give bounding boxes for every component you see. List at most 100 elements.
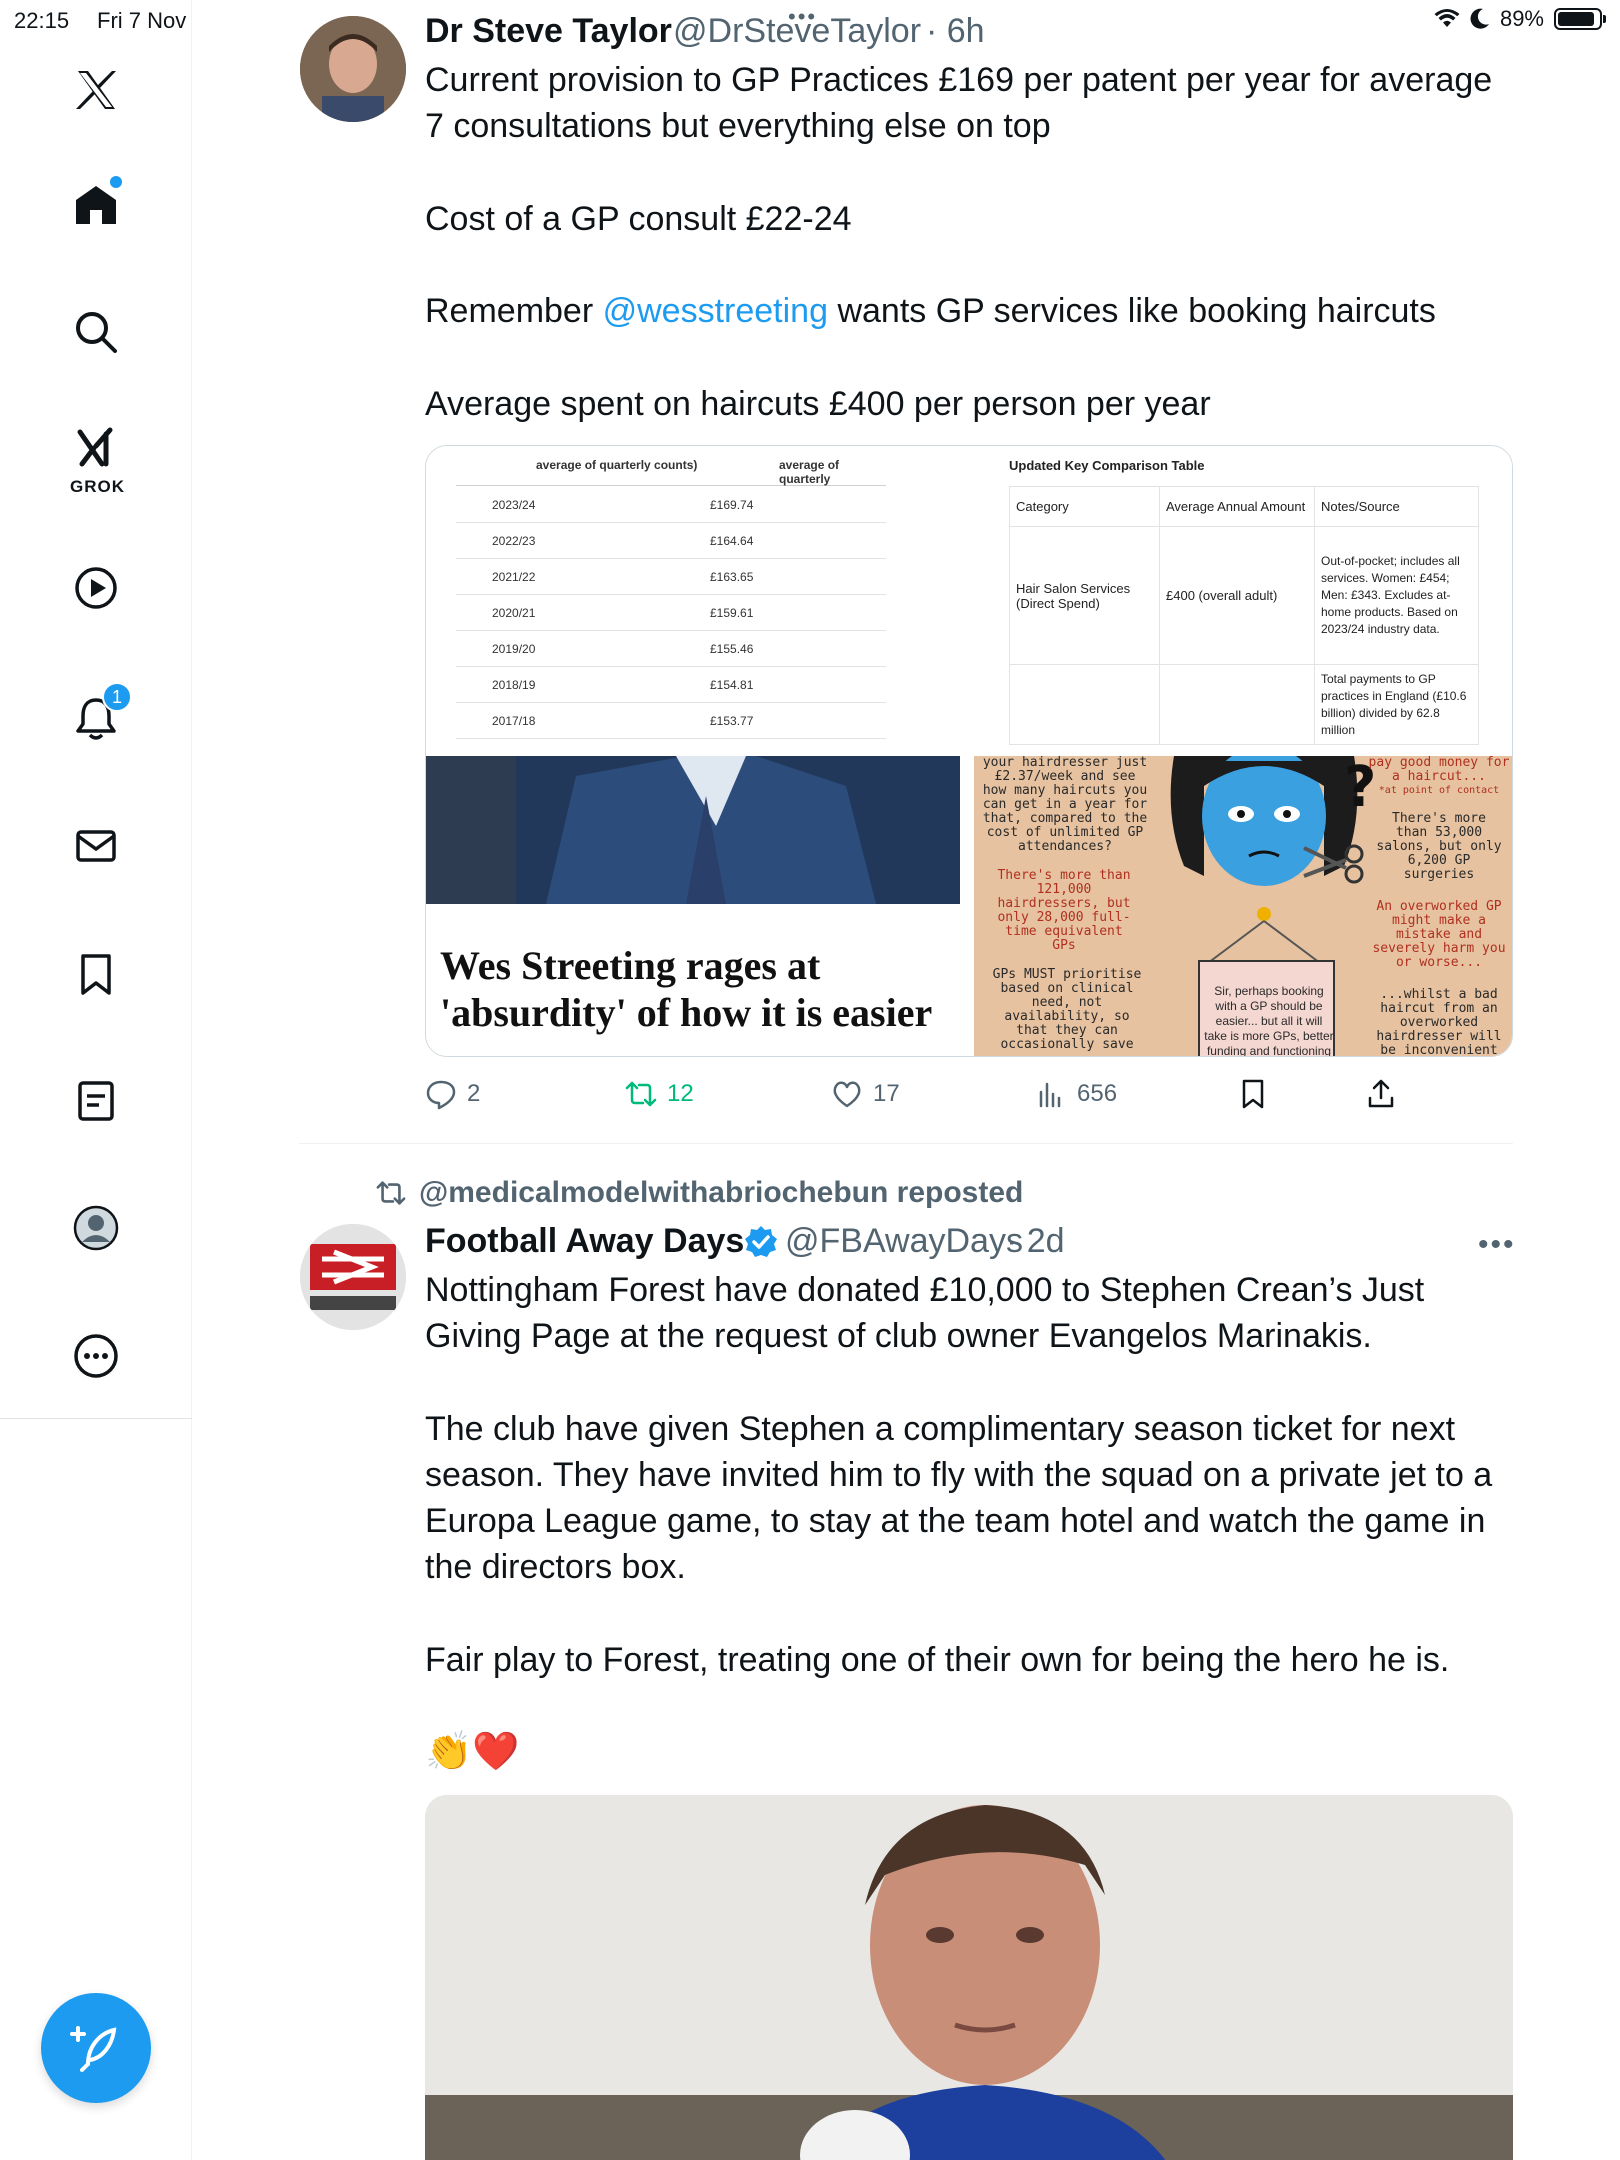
table-row: 2017/18 £153.77: [456, 703, 886, 739]
gp-year: 2020/21: [492, 606, 536, 620]
notifications-icon[interactable]: 1: [66, 682, 132, 748]
reply-button[interactable]: 2: [425, 1078, 480, 1110]
status-icons: 89%: [1434, 6, 1606, 32]
table-row: 2021/22 £163.65: [456, 559, 886, 595]
table-row: 2022/23 £164.64: [456, 523, 886, 559]
wifi-icon: [1434, 9, 1460, 27]
gp-header-col1: average of quarterly counts): [536, 458, 698, 472]
media-article-image[interactable]: Wes Streeting rages at 'absurdity' of ho…: [426, 756, 970, 1056]
article-headline: Wes Streeting rages at 'absurdity' of ho…: [440, 943, 933, 1035]
article-photo: [426, 756, 960, 904]
compose-post-button[interactable]: [41, 1993, 151, 2103]
bookmark-icon: [1242, 1079, 1264, 1109]
col-amount: Average Annual Amount: [1159, 486, 1315, 527]
col-notes: Notes/Source: [1314, 486, 1479, 527]
row1-category: Hair Salon Services (Direct Spend): [1009, 526, 1160, 665]
reply-icon: [426, 1080, 456, 1110]
cartoon-right-top: pay good money for a haircut...: [1368, 756, 1510, 784]
media-cartoon-infographic[interactable]: your hairdresser just £2.37/week and see…: [974, 756, 1512, 1057]
media-comparison-table[interactable]: Updated Key Comparison Table Category Av…: [974, 446, 1512, 756]
table-row: 2018/19 £154.81: [456, 667, 886, 703]
moon-icon: [1470, 8, 1489, 29]
home-icon[interactable]: [66, 174, 126, 234]
search-icon[interactable]: [66, 302, 126, 362]
profile-avatar-icon[interactable]: [66, 1198, 126, 1258]
cartoon-right-mid: There's more than 53,000 salons, but onl…: [1376, 811, 1502, 882]
like-count: 17: [873, 1080, 900, 1107]
gp-value: £169.74: [710, 498, 754, 512]
cartoon-left-mid: There's more than 121,000 hairdressers, …: [997, 868, 1131, 953]
gp-value: £164.64: [710, 534, 754, 548]
sidebar-divider: [0, 1418, 192, 1419]
tweet-paragraph-3: Fair play to Forest, treating one of the…: [425, 1641, 1450, 1679]
grok-icon[interactable]: [66, 418, 126, 478]
gp-value: £154.81: [710, 678, 754, 692]
gp-value: £153.77: [710, 714, 754, 728]
video-icon[interactable]: [66, 558, 126, 618]
repost-button[interactable]: 12: [625, 1078, 694, 1110]
tweet-text-line4: Average spent on haircuts £400 per perso…: [425, 385, 1211, 423]
comparison-table: Category Average Annual Amount Notes/Sou…: [1009, 486, 1479, 745]
author-name[interactable]: Football Away Days: [425, 1222, 744, 1261]
gp-year: 2022/23: [492, 534, 536, 548]
author-handle[interactable]: @DrSteveTaylor: [673, 12, 921, 51]
repost-context[interactable]: @medicalmodelwithabriochebun reposted: [375, 1176, 1023, 1210]
verified-badge-icon: [745, 1226, 777, 1257]
lists-icon[interactable]: [66, 1071, 126, 1131]
tweet-paragraph-2: The club have given Stephen a compliment…: [425, 1410, 1493, 1586]
tweet-text-line2: Cost of a GP consult £22-24: [425, 200, 852, 238]
reposted-by-label: @medicalmodelwithabriochebun reposted: [419, 1176, 1024, 1209]
row2-notes: Total payments to GP practices in Englan…: [1314, 664, 1479, 745]
bookmark-button[interactable]: [1237, 1078, 1269, 1110]
notifications-badge: 1: [102, 682, 132, 712]
views-button[interactable]: 656: [1035, 1078, 1117, 1110]
heart-icon: [833, 1081, 861, 1108]
sidebar: GROK 1: [0, 0, 192, 2160]
cartoon-sign-text: Sir, perhaps booking with a GP should be…: [1204, 984, 1334, 1057]
gp-header-col2: average of quarterly: [779, 458, 840, 486]
battery-percent: 89%: [1499, 6, 1544, 31]
mention-link[interactable]: @wesstreeting: [603, 292, 828, 330]
author-avatar[interactable]: [300, 16, 406, 122]
gp-value: £155.46: [710, 642, 754, 656]
media-gp-payments-table[interactable]: average of quarterly counts) average of …: [426, 446, 970, 756]
col-category: Category: [1009, 486, 1160, 527]
cartoon-right-low: An overworked GP might make a mistake an…: [1372, 899, 1506, 970]
row2-category: [1009, 664, 1160, 745]
comparison-title: Updated Key Comparison Table: [1009, 458, 1205, 473]
tweet-emoji: 👏❤️: [425, 1731, 520, 1773]
more-options-icon[interactable]: [66, 1326, 126, 1386]
share-button[interactable]: [1365, 1078, 1397, 1110]
battery-icon: [1554, 8, 1606, 30]
gp-table-header: average of quarterly counts) average of …: [456, 446, 886, 486]
author-name[interactable]: Dr Steve Taylor: [425, 12, 672, 51]
tweet-text-line1: Current provision to GP Practices £169 p…: [425, 61, 1493, 145]
tweet-divider: [299, 1143, 1513, 1144]
views-count: 656: [1077, 1080, 1118, 1107]
bookmarks-icon[interactable]: [66, 944, 126, 1004]
grok-label: GROK: [70, 477, 125, 496]
author-avatar[interactable]: [300, 1224, 406, 1330]
text-remember-post: wants GP services like booking haircuts: [828, 292, 1436, 330]
reply-count: 2: [467, 1080, 481, 1107]
table-row: 2020/21 £159.61: [456, 595, 886, 631]
man-portrait-photo: [425, 1795, 1513, 2160]
repost-icon: [625, 1081, 657, 1107]
tweet-time[interactable]: · 6h: [926, 12, 985, 51]
text-remember-pre: Remember: [425, 292, 603, 330]
gp-year: 2023/24: [492, 498, 536, 512]
x-logo-icon[interactable]: [66, 60, 126, 120]
gp-value: £159.61: [710, 606, 754, 620]
repost-count: 12: [667, 1080, 694, 1107]
more-options-icon[interactable]: •••: [1478, 1228, 1516, 1262]
like-button[interactable]: 17: [831, 1078, 900, 1110]
row2-amount: [1159, 664, 1315, 745]
messages-icon[interactable]: [66, 816, 126, 876]
gp-year: 2019/20: [492, 642, 536, 656]
tweet-time[interactable]: · 2d: [1006, 1222, 1065, 1261]
tweet-photo[interactable]: [425, 1795, 1513, 2160]
author-handle[interactable]: @FBAwayDays: [785, 1222, 1023, 1261]
cartoon-left-bottom: GPs MUST prioritise based on clinical ne…: [992, 967, 1142, 1052]
tweet-media-grid[interactable]: average of quarterly counts) average of …: [425, 445, 1513, 1057]
gp-year: 2021/22: [492, 570, 536, 584]
